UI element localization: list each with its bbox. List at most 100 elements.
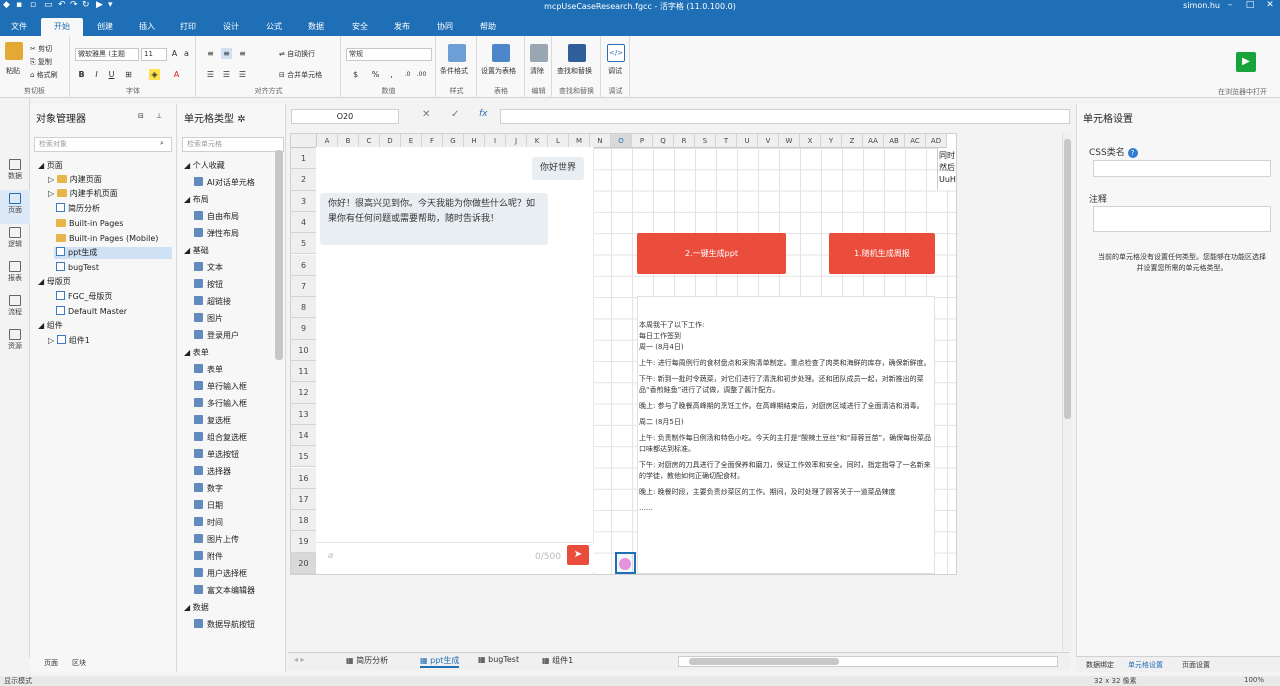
paste-icon[interactable] xyxy=(5,42,23,60)
minimize-icon[interactable]: – xyxy=(1220,0,1240,14)
cell-type-section[interactable]: ◢ 布局 xyxy=(184,194,209,205)
row-header[interactable]: 10 xyxy=(291,339,317,361)
debug-button[interactable]: 调试 xyxy=(608,66,622,76)
confirm-icon[interactable]: ✓ xyxy=(451,109,459,120)
tree-pages[interactable]: ◢ 页面 xyxy=(38,160,63,172)
cell-type-item[interactable]: 弹性布局 xyxy=(194,228,239,239)
column-header[interactable]: Q xyxy=(653,134,674,148)
menu-data[interactable]: 数据 xyxy=(298,18,334,36)
row-header[interactable]: 9 xyxy=(291,318,317,340)
cut-button[interactable]: ✂ 剪切 xyxy=(30,44,52,54)
close-icon[interactable]: ✕ xyxy=(1260,0,1280,14)
run-in-browser-label[interactable]: 在浏览器中打开 xyxy=(1218,87,1267,97)
font-grow-icon[interactable]: A xyxy=(169,48,180,59)
tab-pages[interactable]: 页面 xyxy=(44,658,58,668)
nav-logic[interactable]: 逻辑 xyxy=(0,224,30,258)
cell-type-item[interactable]: 自由布局 xyxy=(194,211,239,222)
row-header[interactable]: 1 xyxy=(291,148,317,170)
wrap-text-button[interactable]: ⇌ 自动换行 xyxy=(279,49,315,59)
row-header[interactable]: 3 xyxy=(291,190,317,212)
font-size-select[interactable]: 11 xyxy=(141,48,167,61)
align-middle-icon[interactable]: ≡ xyxy=(221,48,232,59)
column-header[interactable]: AC xyxy=(905,134,926,148)
decrease-decimal-icon[interactable]: .00 xyxy=(416,69,427,80)
run-icon[interactable]: ▶ xyxy=(1236,52,1256,72)
set-table-button[interactable]: 设置为表格 xyxy=(481,66,516,76)
search-icon[interactable]: ⌕ xyxy=(160,139,164,148)
column-header[interactable]: Z xyxy=(842,134,863,148)
increase-decimal-icon[interactable]: .0 xyxy=(402,69,413,80)
select-all-corner[interactable] xyxy=(291,134,317,148)
row-header[interactable]: 12 xyxy=(291,382,317,404)
row-header[interactable]: 2 xyxy=(291,169,317,191)
menu-security[interactable]: 安全 xyxy=(342,18,378,36)
cell-type-section[interactable]: ◢ 数据 xyxy=(184,602,209,613)
column-header[interactable]: Y xyxy=(821,134,842,148)
row-header[interactable]: 19 xyxy=(291,531,317,553)
row-header[interactable]: 11 xyxy=(291,361,317,383)
menu-insert[interactable]: 插入 xyxy=(129,18,165,36)
tree-master-default[interactable]: Default Master xyxy=(56,306,127,318)
cell-type-scrollbar[interactable] xyxy=(275,150,283,360)
number-format-select[interactable]: 常规 xyxy=(346,48,432,61)
align-bottom-icon[interactable]: ≡ xyxy=(237,48,248,59)
cancel-icon[interactable]: ✕ xyxy=(422,109,430,120)
row-header[interactable]: 5 xyxy=(291,233,317,255)
clear-button[interactable]: 清除 xyxy=(530,66,544,76)
font-color-icon[interactable]: A xyxy=(171,69,182,80)
cell-type-item[interactable]: 图片 xyxy=(194,313,223,324)
tab-page-settings[interactable]: 页面设置 xyxy=(1182,660,1210,670)
menu-publish[interactable]: 发布 xyxy=(384,18,420,36)
menu-start[interactable]: 开始 xyxy=(41,18,83,36)
cell-type-item[interactable]: 多行输入框 xyxy=(194,398,247,409)
cell-type-item[interactable]: 按钮 xyxy=(194,279,223,290)
tree-builtin-pages[interactable]: Built-in Pages xyxy=(56,218,123,230)
cell-type-item[interactable]: 富文本编辑器 xyxy=(194,585,255,596)
nav-data[interactable]: 数据 xyxy=(0,156,30,190)
column-header[interactable]: T xyxy=(716,134,737,148)
conditional-format-button[interactable]: 条件格式 xyxy=(440,66,468,76)
border-icon[interactable]: ⊞ xyxy=(123,69,134,80)
column-header[interactable]: K xyxy=(527,134,548,148)
cell-type-item[interactable]: 单行输入框 xyxy=(194,381,247,392)
nav-report[interactable]: 报表 xyxy=(0,258,30,292)
formula-input[interactable] xyxy=(500,109,1070,124)
column-header[interactable]: G xyxy=(443,134,464,148)
column-header[interactable]: F xyxy=(422,134,443,148)
paste-button[interactable]: 粘贴 xyxy=(6,66,20,76)
cell-ref-box[interactable]: O20 xyxy=(291,109,399,124)
column-header[interactable]: AA xyxy=(863,134,884,148)
cell-type-item[interactable]: 文本 xyxy=(194,262,223,273)
column-header[interactable]: W xyxy=(779,134,800,148)
row-header[interactable]: 17 xyxy=(291,488,317,511)
help-icon[interactable]: ? xyxy=(1127,148,1138,158)
percent-icon[interactable]: % xyxy=(370,69,381,80)
font-shrink-icon[interactable]: a xyxy=(181,48,192,59)
cell-type-item[interactable]: 超链接 xyxy=(194,296,231,307)
page-tab-ppt[interactable]: ▦ ppt生成 xyxy=(420,655,460,668)
column-header[interactable]: R xyxy=(674,134,695,148)
column-header[interactable]: L xyxy=(548,134,569,148)
cell-type-item[interactable]: 登录用户 xyxy=(194,330,239,341)
font-name-select[interactable]: 微软雅黑 (主题 xyxy=(75,48,139,61)
tree-masters[interactable]: ◢ 母版页 xyxy=(38,276,71,288)
maximize-icon[interactable]: □ xyxy=(1240,0,1260,14)
cell-type-item[interactable]: AI对话单元格 xyxy=(194,177,255,188)
page-tab-component[interactable]: ▦ 组件1 xyxy=(542,655,573,666)
comma-icon[interactable]: , xyxy=(386,69,397,80)
menu-collab[interactable]: 协同 xyxy=(427,18,463,36)
align-right-icon[interactable]: ☰ xyxy=(237,69,248,80)
column-header[interactable]: X xyxy=(800,134,821,148)
column-header[interactable]: H xyxy=(464,134,485,148)
attachment-icon[interactable]: ⌀ xyxy=(328,551,333,561)
h-scroll-thumb[interactable] xyxy=(689,658,839,665)
settings-icon[interactable]: ✲ xyxy=(237,114,245,125)
menu-formula[interactable]: 公式 xyxy=(256,18,292,36)
scroll-thumb[interactable] xyxy=(1064,139,1071,419)
nav-workflow[interactable]: 流程 xyxy=(0,292,30,326)
cell-type-item[interactable]: 数字 xyxy=(194,483,223,494)
cell-type-section[interactable]: ◢ 表单 xyxy=(184,347,209,358)
grid-horizontal-scrollbar[interactable] xyxy=(678,656,1058,667)
cell-type-item[interactable]: 图片上传 xyxy=(194,534,239,545)
column-header[interactable]: AB xyxy=(884,134,905,148)
